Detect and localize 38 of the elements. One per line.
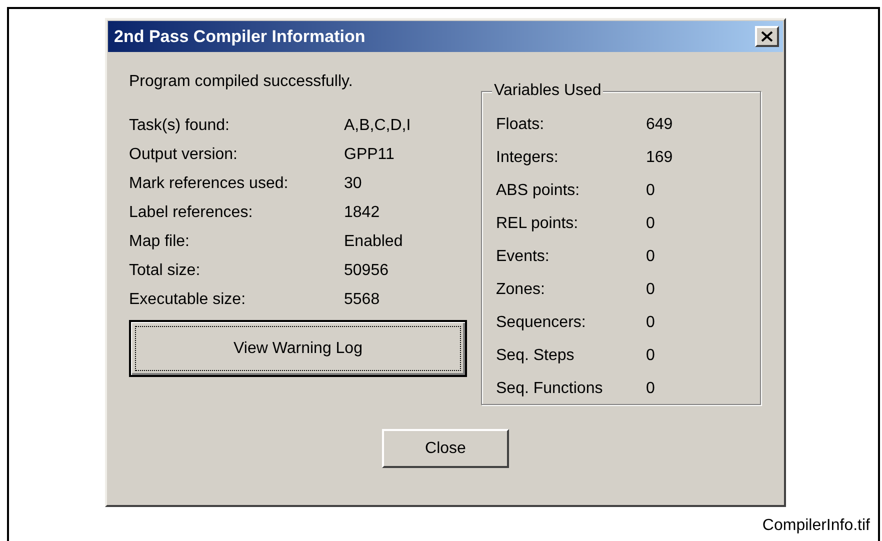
variable-value: 0 (646, 380, 655, 398)
info-label: Total size: (129, 262, 202, 280)
info-value: Enabled (344, 232, 403, 250)
variable-value: 649 (646, 116, 673, 134)
view-warning-log-button[interactable]: View Warning Log (129, 320, 467, 377)
info-label: Label references: (129, 204, 254, 222)
info-label: Executable size: (129, 290, 247, 308)
window-title: 2nd Pass Compiler Information (114, 26, 366, 46)
info-value: 1842 (344, 204, 380, 222)
variable-value: 0 (646, 314, 655, 332)
variable-label: REL points: (496, 214, 580, 232)
variable-value: 169 (646, 148, 673, 166)
status-message: Program compiled successfully. (129, 73, 354, 91)
file-caption: CompilerInfo.tif (762, 517, 870, 535)
info-value: 30 (344, 174, 362, 192)
variable-label: ABS points: (496, 182, 581, 200)
variable-label: Seq. Steps (496, 346, 576, 364)
variable-label: Floats: (496, 116, 546, 134)
variable-value: 0 (646, 248, 655, 266)
variable-value: 0 (646, 214, 655, 232)
variable-label: Zones: (496, 280, 546, 298)
info-value: 5568 (344, 290, 380, 308)
info-value: 50956 (344, 262, 388, 280)
variable-value: 0 (646, 182, 655, 200)
variable-label: Events: (496, 248, 550, 266)
variable-value: 0 (646, 280, 655, 298)
variable-value: 0 (646, 346, 655, 364)
info-value: A,B,C,D,I (344, 116, 411, 134)
close-icon[interactable] (755, 26, 779, 47)
variable-label: Seq. Functions (496, 380, 604, 398)
info-label: Mark references used: (129, 174, 290, 192)
close-button[interactable]: Close (382, 429, 509, 468)
variable-label: Integers: (496, 148, 560, 166)
info-label: Output version: (129, 146, 238, 164)
info-label: Map file: (129, 232, 190, 250)
variable-label: Sequencers: (496, 314, 587, 332)
info-label: Task(s) found: (129, 116, 230, 134)
info-value: GPP11 (344, 146, 394, 164)
